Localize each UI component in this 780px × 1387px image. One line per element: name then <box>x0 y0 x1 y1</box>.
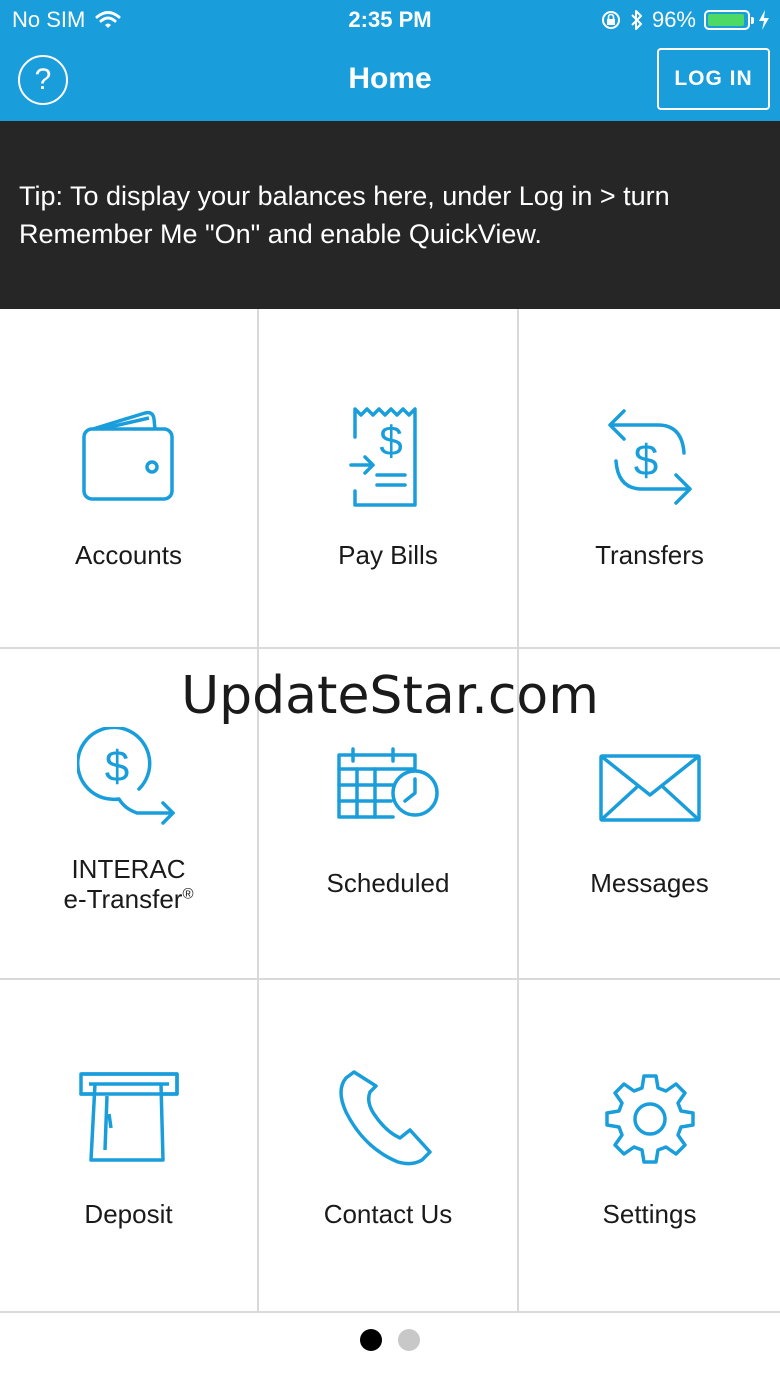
tile-messages-label: Messages <box>590 868 709 898</box>
bill-receipt-icon: $ <box>349 407 417 507</box>
svg-text:$: $ <box>379 417 402 464</box>
tile-accounts-label: Accounts <box>75 540 182 570</box>
wallet-icon <box>81 410 174 501</box>
tile-contact-us-label: Contact Us <box>323 1199 453 1229</box>
page-dot-1[interactable] <box>360 1329 382 1351</box>
page-dot-2[interactable] <box>398 1329 420 1351</box>
registered-mark: ® <box>182 885 194 903</box>
battery-fill <box>708 14 745 26</box>
etransfer-label-line1: INTERAC <box>71 854 186 884</box>
status-bar: No SIM 2:35 PM 96% <box>0 0 780 40</box>
tile-transfers-label: Transfers <box>595 540 704 570</box>
charging-bolt-icon <box>759 10 769 30</box>
envelope-icon <box>598 754 701 822</box>
battery-icon <box>704 10 754 30</box>
svg-text:$: $ <box>633 436 657 485</box>
tile-interac-etransfer[interactable]: $ INTERAC e-Transfer® <box>0 649 259 980</box>
nav-bar: ? Home LOG IN <box>0 40 780 121</box>
phone-icon <box>339 1070 432 1166</box>
transfer-dollar-icon: $ <box>607 409 692 505</box>
tip-banner: Tip: To display your balances here, unde… <box>0 121 780 309</box>
atm-deposit-icon <box>78 1072 179 1162</box>
tile-etransfer-label: INTERAC e-Transfer® <box>0 854 257 914</box>
login-button[interactable]: LOG IN <box>657 48 770 110</box>
calendar-clock-icon <box>337 747 439 819</box>
tile-settings[interactable]: Settings <box>519 980 780 1313</box>
tile-scheduled-label: Scheduled <box>326 868 450 898</box>
tile-deposit[interactable]: Deposit <box>0 980 259 1313</box>
tile-messages[interactable]: Messages <box>519 649 780 980</box>
tile-pay-bills[interactable]: $ Pay Bills <box>259 309 519 649</box>
tip-text: Tip: To display your balances here, unde… <box>19 181 670 249</box>
dollar-send-icon: $ <box>76 727 175 825</box>
page-indicator <box>0 1329 780 1351</box>
tile-deposit-label: Deposit <box>84 1199 173 1229</box>
etransfer-label-line2: e-Transfer® <box>63 884 194 914</box>
tile-contact-us[interactable]: Contact Us <box>259 980 519 1313</box>
tile-pay-bills-label: Pay Bills <box>338 540 438 570</box>
status-right: 96% <box>600 7 770 33</box>
gear-icon <box>604 1074 695 1164</box>
svg-text:$: $ <box>104 742 128 791</box>
bluetooth-icon <box>631 10 642 30</box>
rotation-lock-icon <box>601 11 620 29</box>
tile-accounts[interactable]: Accounts <box>0 309 259 649</box>
tile-transfers[interactable]: $ Transfers <box>519 309 780 649</box>
tile-settings-label: Settings <box>602 1199 697 1229</box>
tile-scheduled[interactable]: Scheduled <box>259 649 519 980</box>
menu-grid: Accounts $ Pay Bills $ Transfers $ INTER <box>0 309 780 1313</box>
battery-percent: 96% <box>651 7 696 32</box>
